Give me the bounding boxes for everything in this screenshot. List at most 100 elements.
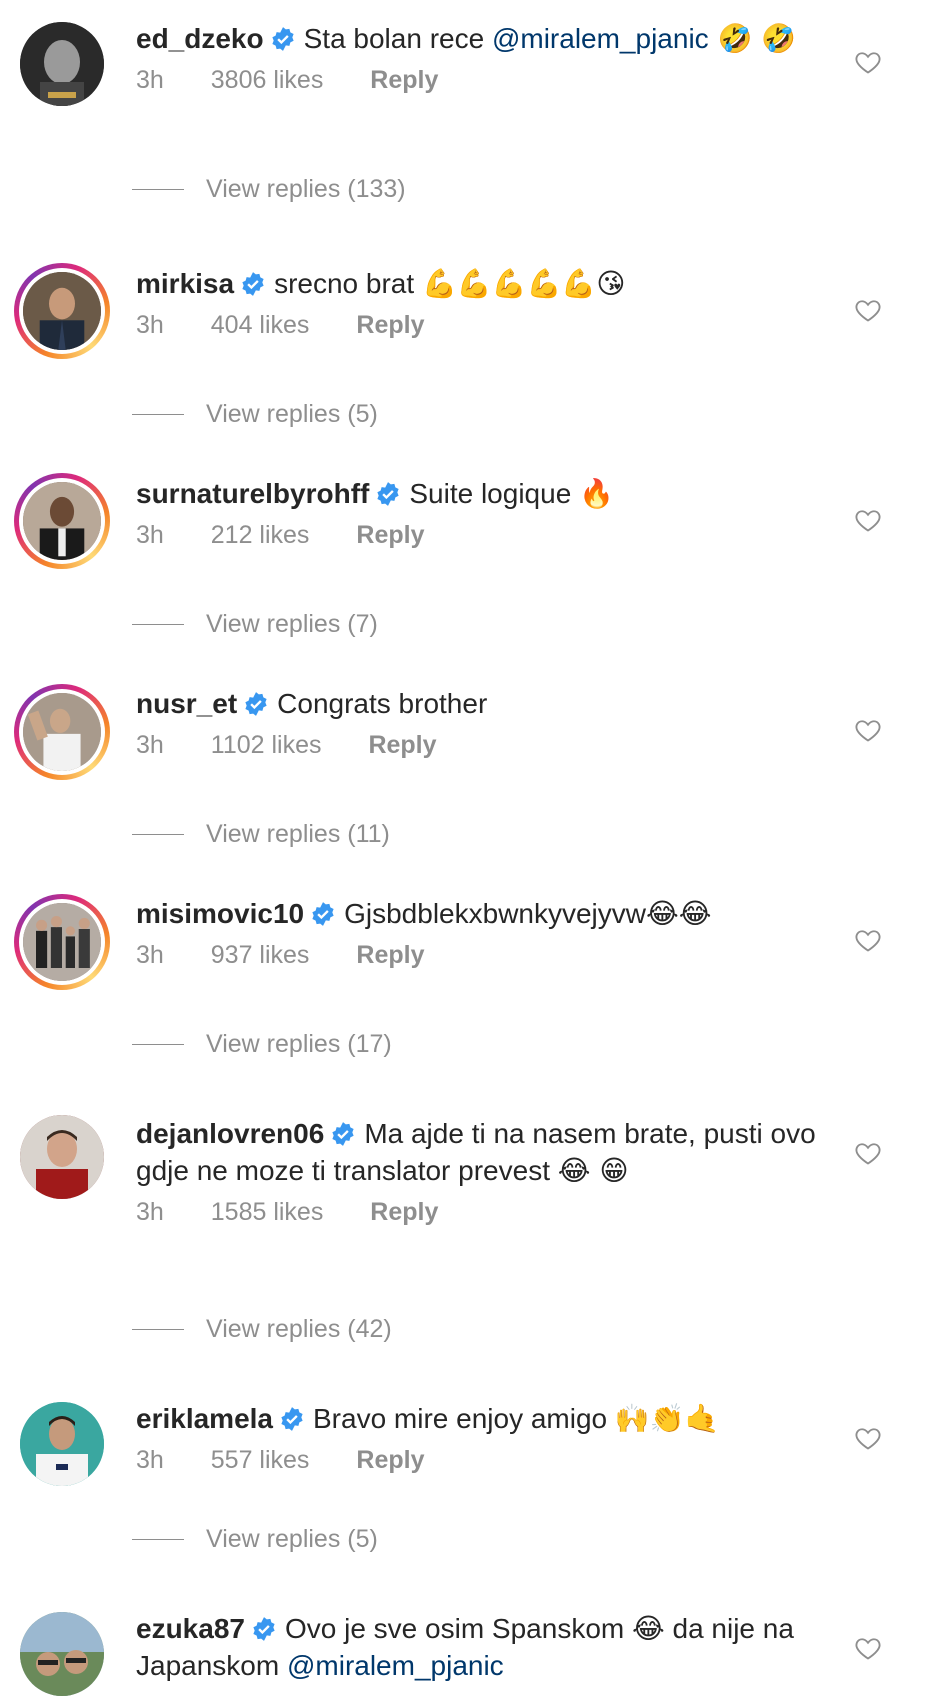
comment-emoji: 🤣 🤣 — [708, 22, 797, 55]
verified-badge-icon — [243, 691, 269, 717]
comment-meta: 3h 1102 likes Reply — [136, 731, 836, 760]
username[interactable]: eriklamela — [136, 1403, 273, 1434]
replies-divider — [132, 834, 184, 835]
comment-time: 3h — [136, 941, 164, 969]
reply-button[interactable]: Reply — [370, 66, 438, 94]
like-count[interactable]: 937 likes — [211, 941, 310, 969]
reply-button[interactable]: Reply — [368, 731, 436, 759]
mention-link[interactable]: @miralem_pjanic — [492, 23, 709, 54]
like-count[interactable]: 3806 likes — [211, 66, 324, 94]
replies-divider — [132, 1539, 184, 1540]
comment-text: ezuka87 Ovo je sve osim Spanskom 😂 da nij… — [136, 1610, 836, 1684]
comment-meta: 3h 404 likes Reply — [136, 311, 836, 340]
username[interactable]: surnaturelbyrohff — [136, 478, 369, 509]
view-replies-button[interactable]: View replies (7) — [132, 610, 378, 639]
verified-badge-icon — [270, 26, 296, 52]
comment-body: Congrats brother — [277, 688, 488, 719]
heart-icon[interactable] — [854, 48, 882, 76]
view-replies-label: View replies (42) — [206, 1315, 392, 1343]
comment-time: 3h — [136, 311, 164, 339]
avatar[interactable] — [20, 1402, 104, 1486]
view-replies-button[interactable]: View replies (42) — [132, 1315, 392, 1344]
comment-emoji: 🔥 — [579, 477, 614, 510]
verified-badge-icon — [251, 1616, 277, 1642]
username[interactable]: mirkisa — [136, 268, 234, 299]
heart-icon[interactable] — [854, 1139, 882, 1167]
avatar[interactable] — [14, 473, 110, 569]
like-count[interactable]: 557 likes — [211, 1446, 310, 1474]
comment-emoji: 🙌👏🤙 — [614, 1402, 720, 1435]
comment-time: 3h — [136, 1446, 164, 1474]
username[interactable]: dejanlovren06 — [136, 1118, 324, 1149]
verified-badge-icon — [240, 271, 266, 297]
comment-text: nusr_et Congrats brother — [136, 685, 836, 722]
avatar[interactable] — [20, 22, 104, 106]
comment-emoji: 😂😂 — [646, 897, 712, 930]
like-count[interactable]: 212 likes — [211, 521, 310, 549]
verified-badge-icon — [310, 901, 336, 927]
view-replies-button[interactable]: View replies (133) — [132, 175, 406, 204]
comment-time: 3h — [136, 731, 164, 759]
comment-meta: 3h 1585 likes Reply — [136, 1198, 836, 1227]
view-replies-label: View replies (17) — [206, 1030, 392, 1058]
comment-body: Sta bolan rece — [303, 23, 492, 54]
comment-text: eriklamela Bravo mire enjoy amigo 🙌👏🤙 — [136, 1400, 836, 1437]
comment-body: Gjsbdblekxbwnkyvejyvw — [344, 898, 646, 929]
mention-link[interactable]: @miralem_pjanic — [287, 1650, 504, 1681]
avatar[interactable] — [14, 894, 110, 990]
username[interactable]: nusr_et — [136, 688, 237, 719]
comment-body: Suite logique — [409, 478, 580, 509]
heart-icon[interactable] — [854, 296, 882, 324]
like-count[interactable]: 1102 likes — [211, 731, 322, 759]
replies-divider — [132, 624, 184, 625]
username[interactable]: ed_dzeko — [136, 23, 264, 54]
comment-body: Bravo mire enjoy amigo — [313, 1403, 615, 1434]
comment-time: 3h — [136, 66, 164, 94]
heart-icon[interactable] — [854, 1424, 882, 1452]
comment-meta: 3h 937 likes Reply — [136, 941, 836, 970]
comment-meta: 3h 3806 likes Reply — [136, 66, 836, 95]
heart-icon[interactable] — [854, 926, 882, 954]
comment-time: 3h — [136, 1198, 164, 1226]
verified-badge-icon — [375, 481, 401, 507]
comment-emoji: 😂 — [632, 1612, 665, 1645]
comment-meta: 3h 212 likes Reply — [136, 521, 836, 550]
view-replies-button[interactable]: View replies (17) — [132, 1030, 392, 1059]
username[interactable]: ezuka87 — [136, 1613, 245, 1644]
reply-button[interactable]: Reply — [356, 941, 424, 969]
heart-icon[interactable] — [854, 506, 882, 534]
view-replies-label: View replies (133) — [206, 175, 406, 203]
view-replies-button[interactable]: View replies (5) — [132, 1525, 378, 1554]
heart-icon[interactable] — [854, 716, 882, 744]
reply-button[interactable]: Reply — [356, 521, 424, 549]
view-replies-label: View replies (7) — [206, 610, 378, 638]
reply-button[interactable]: Reply — [356, 1446, 424, 1474]
avatar[interactable] — [14, 684, 110, 780]
reply-button[interactable]: Reply — [370, 1198, 438, 1226]
view-replies-label: View replies (5) — [206, 1525, 378, 1553]
replies-divider — [132, 189, 184, 190]
comment-emoji: 😂 😁 — [557, 1154, 629, 1187]
avatar[interactable] — [14, 263, 110, 359]
comments-list: ed_dzeko Sta bolan rece @miralem_pjanic 🤣… — [0, 0, 938, 1696]
view-replies-label: View replies (5) — [206, 400, 378, 428]
heart-icon[interactable] — [854, 1634, 882, 1662]
reply-button[interactable]: Reply — [356, 311, 424, 339]
like-count[interactable]: 404 likes — [211, 311, 310, 339]
avatar[interactable] — [20, 1115, 104, 1199]
comment-text: mirkisa srecno brat 💪💪💪💪💪😘 — [136, 265, 836, 302]
comment-text: ed_dzeko Sta bolan rece @miralem_pjanic 🤣… — [136, 20, 836, 57]
view-replies-button[interactable]: View replies (5) — [132, 400, 378, 429]
avatar[interactable] — [20, 1612, 104, 1696]
like-count[interactable]: 1585 likes — [211, 1198, 324, 1226]
comment-time: 3h — [136, 521, 164, 549]
verified-badge-icon — [330, 1121, 356, 1147]
comment-body: Ovo je sve osim Spanskom — [284, 1613, 632, 1644]
comment-text: surnaturelbyrohff Suite logique 🔥 — [136, 475, 836, 512]
comment-body: srecno brat — [274, 268, 422, 299]
username[interactable]: misimovic10 — [136, 898, 304, 929]
replies-divider — [132, 1329, 184, 1330]
replies-divider — [132, 414, 184, 415]
view-replies-button[interactable]: View replies (11) — [132, 820, 390, 849]
view-replies-label: View replies (11) — [206, 820, 390, 848]
